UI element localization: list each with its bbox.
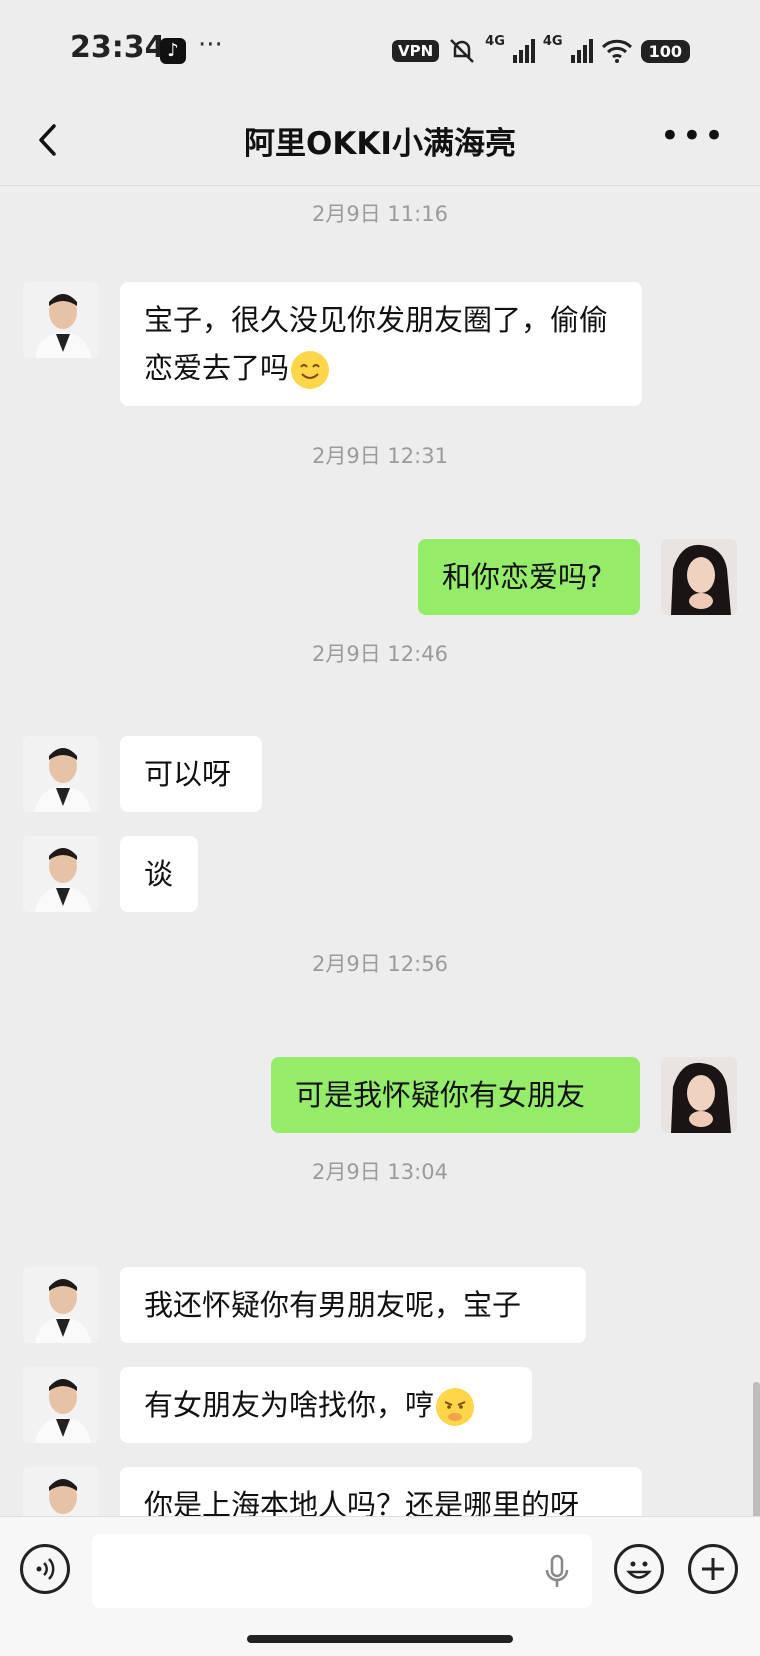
mute-icon	[450, 39, 475, 63]
timestamp: 2月9日 12:46	[312, 642, 448, 666]
avatar-contact[interactable]	[23, 1367, 99, 1443]
tiktok-icon: ♪	[160, 38, 186, 64]
mic-icon[interactable]	[544, 1554, 570, 1590]
vpn-badge: VPN	[392, 40, 440, 62]
message-bubble-incoming[interactable]: 你是上海本地人吗？还是哪里的呀	[120, 1467, 642, 1516]
battery-indicator: 100	[640, 39, 690, 63]
message-text: 可以呀	[144, 757, 232, 791]
timestamp: 2月9日 11:16	[312, 202, 448, 226]
plus-icon[interactable]	[688, 1544, 738, 1594]
signal-icon	[512, 39, 535, 63]
avatar-self[interactable]	[661, 539, 737, 615]
avatar-contact[interactable]	[23, 836, 99, 912]
more-icon[interactable]: •••	[660, 116, 726, 156]
chat-title: 阿里OKKI小满海亮	[244, 126, 516, 162]
scrollbar[interactable]	[753, 1382, 760, 1516]
message-text: 和你恋爱吗?	[442, 560, 603, 594]
message-bubble-incoming[interactable]: 有女朋友为啥找你，哼	[120, 1367, 532, 1443]
network-label-2: 4G	[542, 34, 563, 49]
wifi-icon	[601, 39, 632, 63]
message-bubble-incoming[interactable]: 谈	[120, 836, 198, 912]
message-text: 我还怀疑你有男朋友呢，宝子	[144, 1288, 522, 1322]
signal-icon	[570, 39, 593, 63]
message-text: 有女朋友为啥找你，哼	[144, 1388, 435, 1422]
message-bubble-incoming[interactable]: 我还怀疑你有男朋友呢，宝子	[120, 1267, 586, 1343]
message-bubble-outgoing[interactable]: 和你恋爱吗?	[418, 539, 640, 615]
status-time: 23:34	[70, 30, 166, 65]
avatar-contact[interactable]	[23, 1467, 99, 1516]
status-more: ···	[198, 30, 223, 60]
emoji-icon[interactable]	[614, 1544, 664, 1594]
smile-emoji-icon	[291, 351, 330, 389]
home-indicator[interactable]	[247, 1635, 513, 1643]
huff-emoji-icon	[436, 1388, 475, 1426]
avatar-contact[interactable]	[23, 736, 99, 812]
message-text: 你是上海本地人吗？还是哪里的呀	[144, 1488, 580, 1516]
status-right: VPN 4G 4G 100	[392, 34, 690, 68]
message-input[interactable]	[92, 1534, 592, 1608]
message-bubble-outgoing[interactable]: 可是我怀疑你有女朋友	[271, 1057, 640, 1133]
timestamp: 2月9日 12:31	[312, 444, 448, 468]
message-text: 宝子，很久没见你发朋友圈了，偷偷恋爱去了吗	[144, 303, 609, 385]
chat-header: 阿里OKKI小满海亮 •••	[0, 100, 760, 186]
voice-icon[interactable]	[20, 1544, 70, 1594]
timestamp: 2月9日 13:04	[312, 1160, 448, 1184]
message-bubble-incoming[interactable]: 可以呀	[120, 736, 262, 812]
message-bubble-incoming[interactable]: 宝子，很久没见你发朋友圈了，偷偷恋爱去了吗	[120, 282, 642, 406]
message-list[interactable]: 2月9日 11:16 宝子，很久没见你发朋友圈了，偷偷恋爱去了吗 2月9日 12…	[0, 186, 760, 1516]
avatar-contact[interactable]	[23, 1267, 99, 1343]
avatar-contact[interactable]	[23, 282, 99, 358]
timestamp: 2月9日 12:56	[312, 952, 448, 976]
network-label-1: 4G	[485, 34, 505, 49]
message-text: 可是我怀疑你有女朋友	[295, 1078, 586, 1112]
avatar-self[interactable]	[661, 1057, 737, 1133]
status-bar: 23:34 ♪ ··· VPN 4G 4G 100	[0, 0, 760, 100]
message-text: 谈	[144, 857, 174, 891]
